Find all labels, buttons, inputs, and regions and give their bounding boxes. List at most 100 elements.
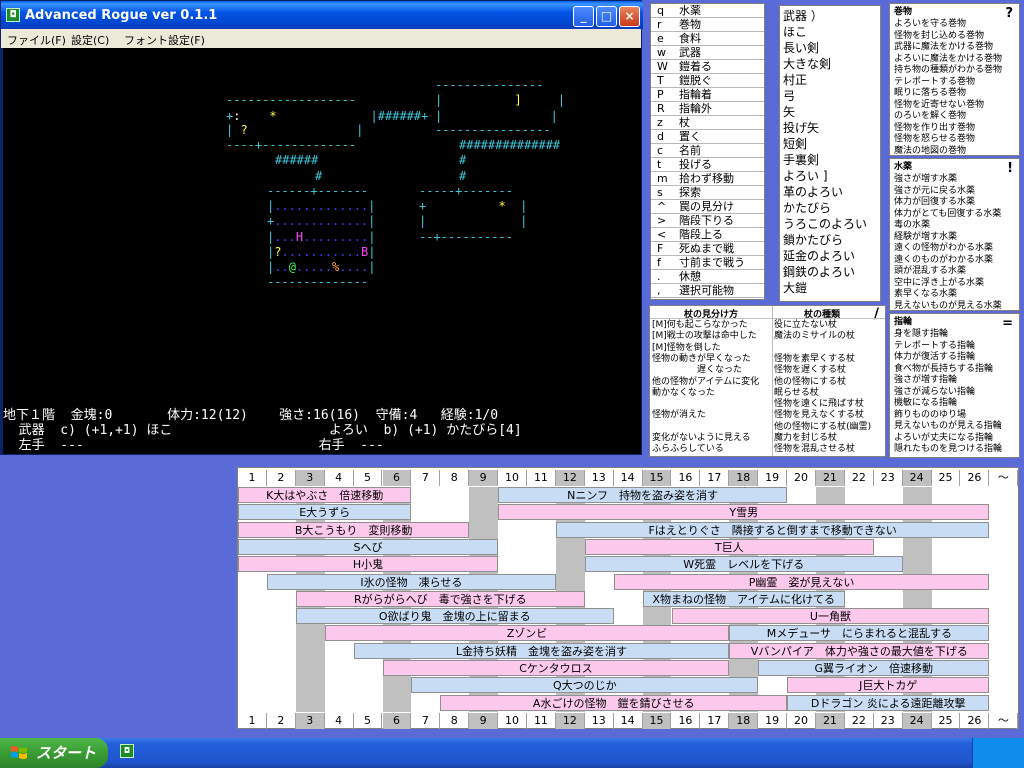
- level-header: 8: [440, 470, 470, 486]
- command-row[interactable]: , 選択可能物: [651, 284, 764, 298]
- wand-effect: [M]戦士の攻撃は命中した: [652, 331, 757, 342]
- command-key: >: [657, 214, 667, 227]
- level-footer: 21: [816, 712, 845, 729]
- ring-item: 体力が復活する指輪: [894, 352, 976, 362]
- command-row[interactable]: c 名前: [651, 144, 764, 158]
- command-row[interactable]: z杖: [651, 116, 764, 130]
- wand-effect: [M]何も起こらなかった: [652, 320, 748, 330]
- command-row[interactable]: R 指輪外: [651, 102, 764, 116]
- weapon-item: 村正: [783, 73, 808, 87]
- scroll-item: 怪物を作り出す巻物: [894, 122, 976, 133]
- close-button[interactable]: ×: [619, 6, 640, 27]
- room-wall: ----------------: [435, 123, 551, 137]
- corridor: #: [459, 153, 467, 167]
- command-row[interactable]: T 鎧脱ぐ: [651, 74, 764, 88]
- maximize-button[interactable]: □: [596, 6, 617, 27]
- command-row[interactable]: w 武器: [651, 46, 764, 60]
- potion-item: 強さが元に戻る水薬: [894, 185, 976, 196]
- command-label: 死ぬまで戦: [679, 242, 734, 255]
- armor-item: 鎖かたびら: [783, 233, 844, 247]
- armor-item: 鋼鉄のよろい: [783, 265, 856, 279]
- command-row[interactable]: m 拾わず移動: [651, 172, 764, 186]
- command-label: 指輪着: [679, 88, 712, 101]
- potion-item: 見えないものが見える水薬: [894, 300, 1002, 311]
- scroll-item: 持ち物の種類がわかる巻物: [894, 65, 1003, 75]
- command-row[interactable]: > 階段下りる: [651, 214, 764, 228]
- command-row[interactable]: t 投げる: [651, 158, 764, 172]
- minimize-button[interactable]: _: [573, 6, 594, 27]
- command-row[interactable]: W 鎧着る: [651, 60, 764, 74]
- potion-item: 経験が増す水薬: [894, 231, 958, 242]
- wand-type: 他の怪物にする杖: [774, 376, 847, 387]
- command-key: W: [657, 60, 668, 73]
- menu-file[interactable]: ファイル(F): [7, 32, 66, 48]
- level-header: 5: [354, 470, 383, 486]
- title-bar[interactable]: ◘ Advanced Rogue ver 0.1.1 _ □ ×: [1, 1, 643, 29]
- wand-type: 役に立たない杖: [774, 320, 838, 330]
- monster-bar: P幽霊 姿が見えない: [613, 573, 990, 590]
- command-row[interactable]: F 死ぬまで戦: [651, 242, 764, 256]
- weapon-item: 投げ矢: [783, 121, 820, 135]
- monster-bar: Y雪男: [498, 504, 990, 521]
- command-key: c: [657, 144, 664, 157]
- ring-mark: =: [1002, 316, 1013, 331]
- level-header: 15: [642, 470, 672, 486]
- armor-item: 革のよろい: [783, 185, 844, 199]
- menu-settings[interactable]: 設定(C): [71, 32, 109, 48]
- status-line-1: 地下１階 金塊:0 体力:12(12) 強さ:16(16) 守備:4 経験:1/…: [3, 408, 499, 423]
- potion-item: 体力が回復する水薬: [894, 197, 976, 207]
- scroll-item: よろいを守る巻物: [894, 19, 967, 29]
- command-row[interactable]: P 指輪着: [651, 88, 764, 102]
- command-row[interactable]: s 探索: [651, 186, 764, 200]
- corridor: #: [459, 169, 467, 183]
- ring-title: 指輪: [894, 317, 913, 327]
- level-footer: 5: [354, 712, 383, 729]
- level-header: 13: [585, 470, 614, 486]
- command-row[interactable]: . 休憩: [651, 270, 764, 284]
- command-row[interactable]: r 巻物: [651, 18, 764, 32]
- wand-effect: 動かなくなった: [652, 387, 716, 398]
- monster-bar: Cケンタウロス: [382, 660, 730, 676]
- level-footer: 14: [614, 712, 643, 729]
- command-row[interactable]: ^ 罠の見分け: [651, 200, 764, 214]
- app-icon[interactable]: ◘: [6, 8, 20, 22]
- start-button[interactable]: スタート: [0, 738, 108, 768]
- command-label: 選択可能物: [679, 284, 734, 297]
- level-footer: 25: [932, 712, 961, 729]
- potion-item: 遠くの怪物がわかる水薬: [894, 243, 994, 253]
- command-key: w: [657, 46, 666, 59]
- ring-item: 飾りもののゆり場: [894, 409, 967, 420]
- command-row[interactable]: f 寸前まで戦う: [651, 256, 764, 270]
- command-row[interactable]: e 食料: [651, 32, 764, 46]
- potion-item: 体力がとても回復する水薬: [894, 208, 1002, 219]
- ring-item: 強さが減らない指輪: [894, 386, 976, 397]
- game-screen[interactable]: ------------------ +: * |######+ | ? | -…: [3, 48, 641, 454]
- monster-bar: Vバンパイア 体力や強さの最大値を下げる: [729, 642, 990, 659]
- level-footer: 9: [469, 712, 499, 729]
- wand-effect: 他の怪物がアイテムに変化: [652, 376, 760, 387]
- command-row[interactable]: q 水薬: [651, 4, 764, 18]
- command-key: P: [657, 88, 664, 101]
- divider: [650, 318, 885, 319]
- command-label: 階段下りる: [679, 214, 734, 227]
- window-title: Advanced Rogue ver 0.1.1: [25, 8, 218, 23]
- scroll-item: 怪物を怒らせる巻物: [894, 134, 975, 144]
- wand-type: 魔力を封じる杖: [774, 433, 838, 443]
- command-row[interactable]: < 階段上る: [651, 228, 764, 242]
- wand-type: 怪物を遅くする杖: [774, 365, 847, 376]
- rogue-app-icon[interactable]: ◘: [120, 744, 134, 758]
- monster-bar: G翼ライオン 倍速移動: [758, 660, 990, 676]
- level-footer: 22: [845, 712, 874, 729]
- command-label: 武器: [679, 46, 701, 59]
- monster-bar: Zゾンビ: [324, 625, 730, 642]
- command-key: ,: [657, 284, 661, 297]
- room-wall: -----+-------: [419, 184, 513, 198]
- level-footer: 1: [238, 712, 267, 729]
- wand-effect: 変化がないように見える: [652, 433, 751, 443]
- map-row: |..@.....%....|: [267, 260, 376, 274]
- command-row[interactable]: d 置く: [651, 130, 764, 144]
- scroll-mark: ?: [1005, 6, 1013, 21]
- potion-item: 強さが増す水薬: [894, 174, 958, 184]
- monster-bar: J巨大トカゲ: [787, 677, 990, 694]
- menu-font-settings[interactable]: フォント設定(F): [124, 32, 205, 48]
